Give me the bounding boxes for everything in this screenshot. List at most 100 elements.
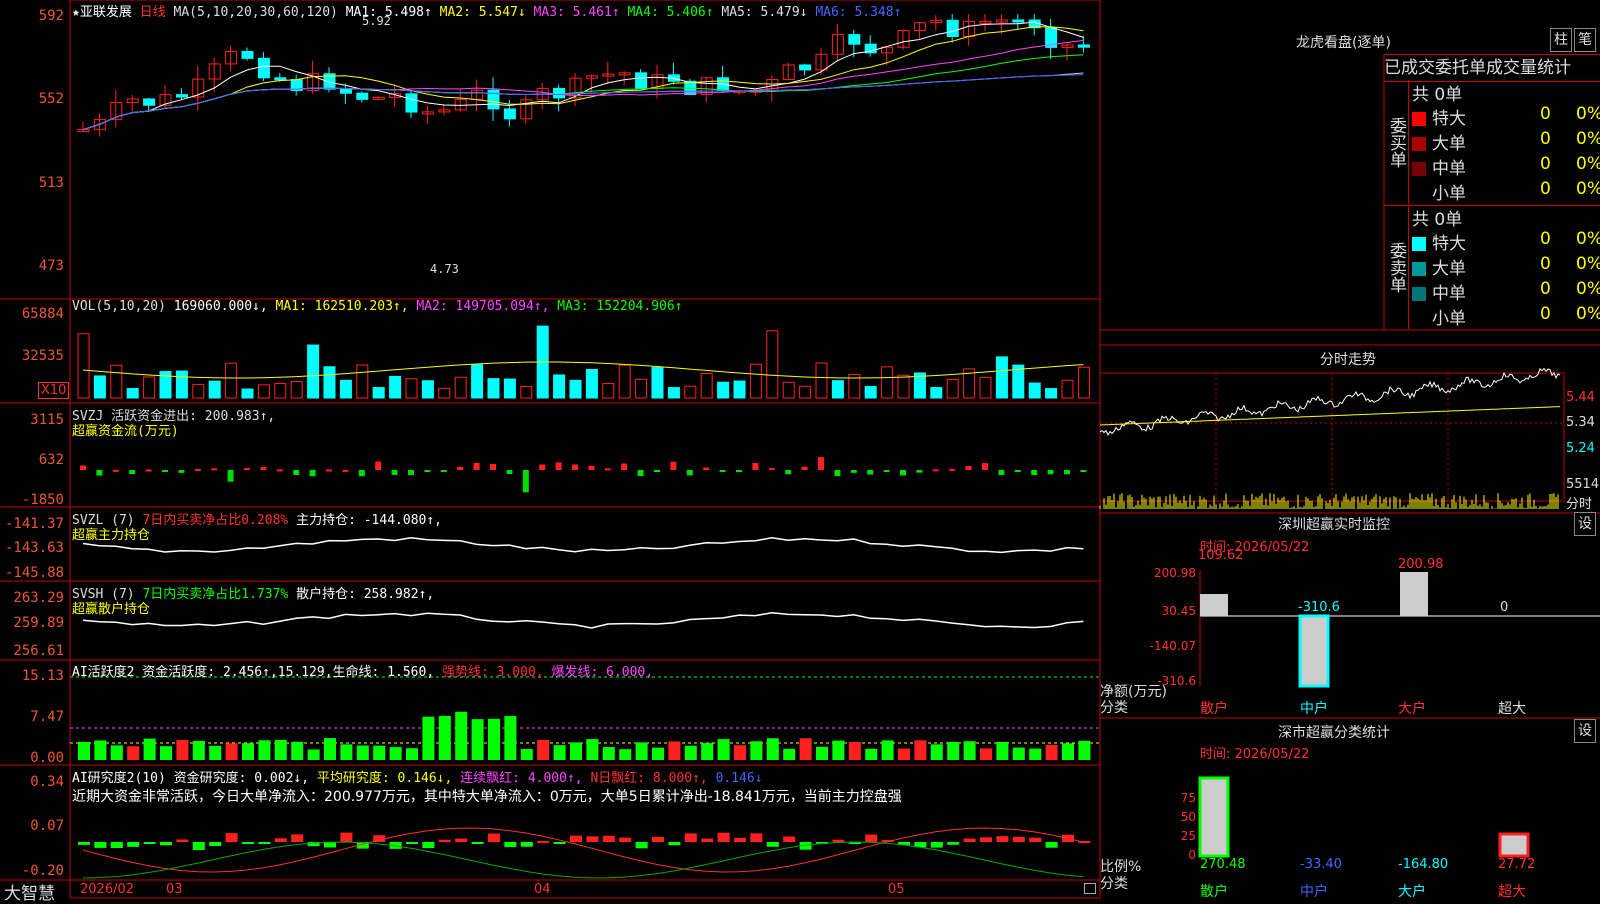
tab-filled[interactable]: 已成交 (1384, 58, 1435, 78)
volume-bar (995, 356, 1008, 399)
money-flow-bar (850, 470, 857, 473)
price-axis-1: 592 (38, 8, 64, 24)
activity-bar (684, 745, 697, 760)
money-flow-bar (522, 470, 529, 493)
activity-bar (832, 740, 845, 760)
longhu-title: 龙虎看盘(逐单) (1296, 35, 1391, 51)
activity-bar (766, 738, 779, 760)
research-bar (225, 833, 238, 842)
monitor-axis-2: 30.45 (1161, 604, 1196, 618)
intraday-axis-2: 5.34 (1566, 415, 1595, 430)
volume-bar (799, 385, 812, 399)
research-bar (488, 833, 500, 842)
volume-bar (635, 378, 648, 399)
research-bar (766, 842, 779, 847)
candle-body (799, 64, 812, 71)
volume-bar (208, 380, 221, 399)
volume-bar (569, 379, 582, 399)
chart-canvas[interactable] (0, 0, 1600, 900)
research-bar (340, 832, 353, 842)
activity-bar (127, 746, 140, 760)
stock-title: ★亚联发展 (72, 5, 132, 20)
order-count: 0 (1540, 229, 1551, 249)
research-bar (750, 833, 763, 842)
bar-mode-button[interactable]: 柱 (1550, 28, 1572, 52)
lock-icon[interactable] (1084, 883, 1096, 894)
tab-volume-stats[interactable]: 成交量统计 (1486, 58, 1571, 78)
vol-ma2: MA2: 149705.094↑, (416, 299, 550, 314)
activity-bar (258, 740, 271, 760)
order-count: 0 (1540, 129, 1551, 149)
monitor-val-3: 200.98 (1398, 557, 1444, 572)
activity-bar (734, 745, 746, 760)
money-flow-bar (818, 457, 824, 470)
activity-bar (668, 741, 681, 760)
volume-bar (717, 381, 730, 399)
stats-settings-button[interactable]: 设 (1574, 719, 1596, 743)
volume-bar (274, 382, 287, 399)
color-swatch-icon (1412, 187, 1426, 201)
svsh-subtitle: 超赢散户持仓 (72, 602, 151, 617)
monitor-val-4: 0 (1500, 600, 1509, 615)
stats-time: 时间: 2026/05/22 (1200, 747, 1310, 762)
date-axis-mar: 03 (166, 882, 183, 897)
sell-side-label: 委卖单 (1384, 205, 1409, 329)
volume-bar (1045, 388, 1058, 399)
money-flow-bar (539, 464, 546, 470)
volume-bar (110, 364, 123, 399)
money-flow-bar (162, 470, 168, 472)
svzl-axis-1: -141.37 (4, 516, 64, 532)
activity-bar (110, 745, 123, 760)
stats-cat-4: 超大 (1498, 884, 1526, 900)
money-flow-bar (260, 467, 267, 470)
money-flow-bar (129, 470, 136, 475)
money-flow-bar (96, 470, 103, 476)
ma5-value: MA5: 5.479↓ (721, 5, 808, 20)
order-size-label: 中单 (1432, 159, 1466, 179)
stats-val-2: -33.40 (1300, 857, 1342, 872)
monitor-title: 深圳超赢实时监控 (1278, 517, 1390, 533)
svzl-holding: 主力持仓: -144.080↑, (288, 513, 442, 528)
activity-bar (274, 739, 287, 760)
stats-bar-super (1498, 832, 1530, 858)
volume-bar (421, 380, 434, 399)
monitor-cat-2: 中户 (1300, 701, 1328, 717)
monitor-val-1: 109.62 (1198, 548, 1244, 563)
candle-body (175, 94, 188, 98)
svsh-ratio: 7日内买卖净占比1.737% (142, 587, 289, 602)
vol-ma3: MA3: 152204.906↑ (557, 299, 683, 314)
money-flow-bar (883, 470, 890, 472)
intraday-axis-1: 5.44 (1566, 390, 1595, 405)
candle-body (503, 108, 516, 120)
price-axis-2: 552 (38, 91, 64, 107)
ai-active-axis-1: 15.13 (21, 668, 64, 684)
volume-bar (946, 378, 959, 399)
order-size-label: 小单 (1432, 309, 1466, 329)
buy-side-label: 委买单 (1384, 80, 1409, 204)
volume-bar (831, 380, 844, 399)
activity-bar (389, 747, 402, 760)
stats-val-4: 27.72 (1498, 857, 1536, 872)
tab-orders[interactable]: 委托单 (1435, 58, 1486, 78)
monitor-settings-button[interactable]: 设 (1574, 512, 1596, 536)
research-bar (242, 842, 254, 844)
money-flow-bar (555, 462, 562, 470)
ai-active-strong: 强势线: 3.000, (441, 665, 544, 680)
activity-bar (1078, 740, 1091, 760)
candle-body (241, 50, 254, 59)
research-bar (963, 838, 976, 842)
money-flow-bar (703, 467, 710, 470)
money-flow-bar (424, 470, 431, 473)
volume-bar (389, 375, 402, 399)
order-size-label: 特大 (1432, 234, 1466, 254)
pen-mode-button[interactable]: 笔 (1574, 28, 1596, 52)
intraday-axis-3: 5.24 (1566, 441, 1595, 456)
ai-active-axis-3: 0.00 (30, 750, 64, 766)
volume-bar (225, 362, 238, 399)
period-label: 日线 (139, 5, 166, 20)
volume-bar (454, 376, 467, 399)
research-bar (406, 842, 418, 844)
volume-bar (290, 380, 303, 399)
research-bar (783, 836, 796, 842)
candle-body (339, 88, 352, 94)
